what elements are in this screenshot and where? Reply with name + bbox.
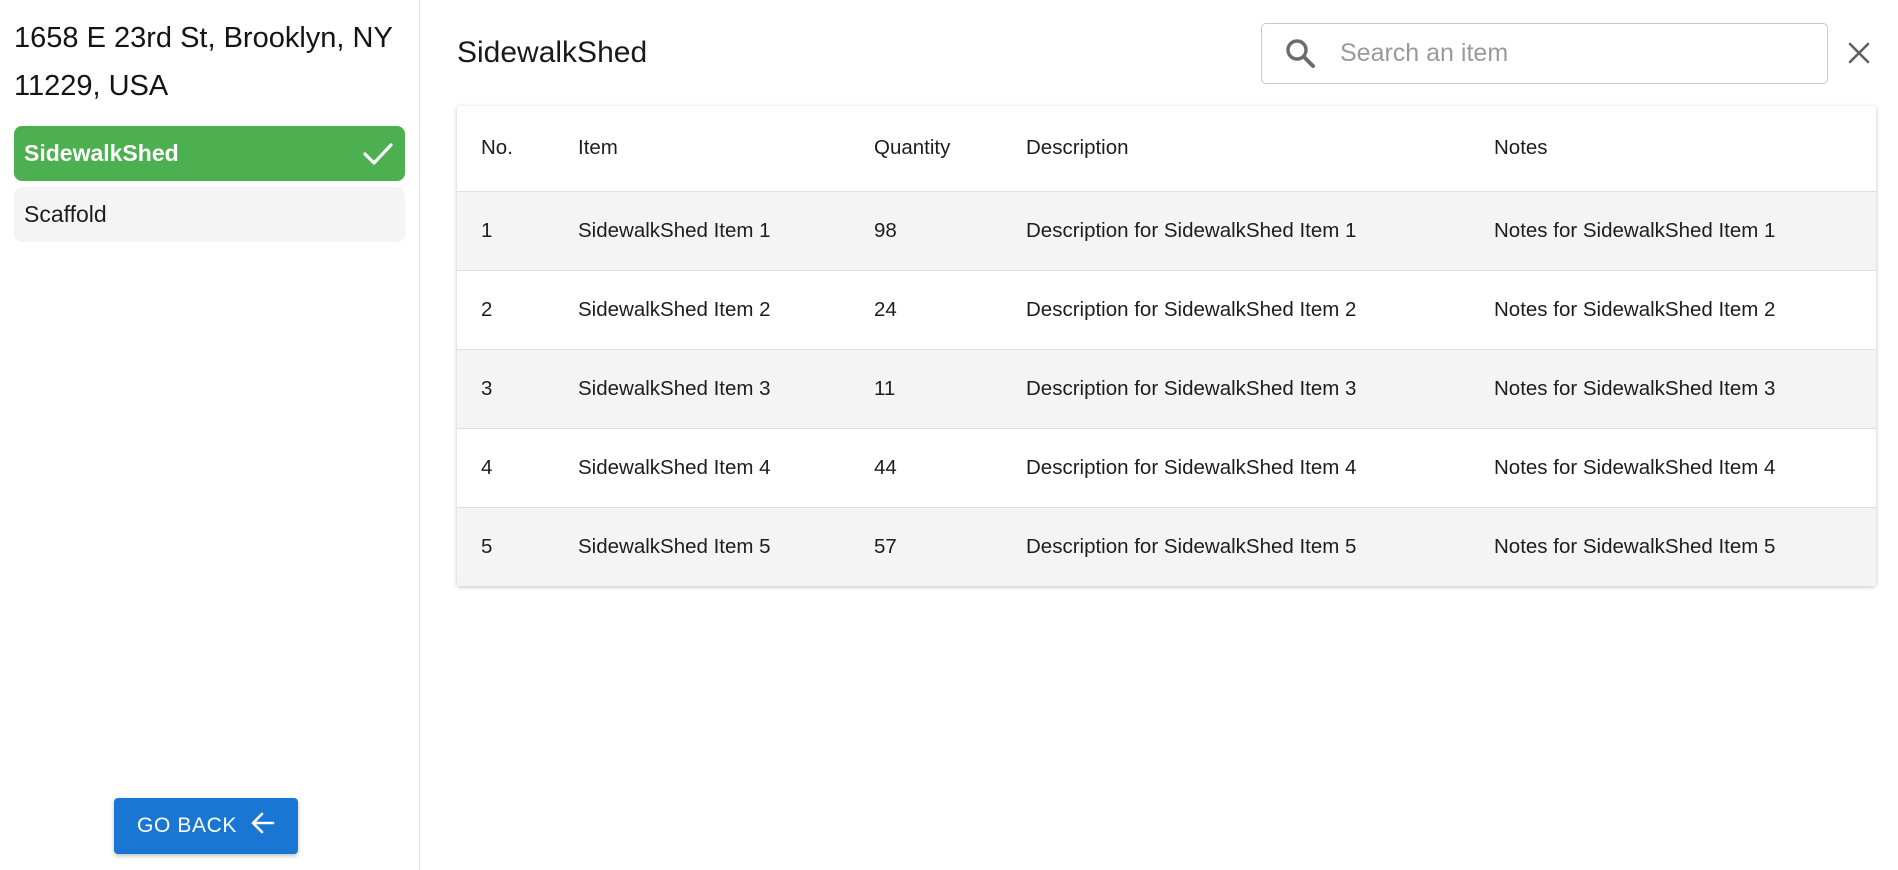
cell-description: Description for SidewalkShed Item 4 — [1026, 455, 1357, 479]
project-address: 1658 E 23rd St, Brooklyn, NY 11229, USA — [14, 22, 393, 102]
cell-notes: Notes for SidewalkShed Item 3 — [1494, 376, 1776, 400]
table-row[interactable]: 2 SidewalkShed Item 2 24 Description for… — [457, 270, 1876, 349]
cell-item: SidewalkShed Item 5 — [578, 534, 771, 558]
category-label: Scaffold — [24, 201, 107, 227]
cell-description: Description for SidewalkShed Item 2 — [1026, 297, 1357, 321]
cell-item: SidewalkShed Item 4 — [578, 455, 771, 479]
column-header-quantity[interactable]: Quantity — [850, 106, 1002, 191]
search-input[interactable] — [1340, 23, 1827, 83]
cell-no: 3 — [481, 376, 493, 400]
cell-item: SidewalkShed Item 3 — [578, 376, 771, 400]
search-box — [1261, 22, 1828, 84]
table-row[interactable]: 3 SidewalkShed Item 3 11 Description for… — [457, 349, 1876, 428]
sidebar: 1658 E 23rd St, Brooklyn, NY 11229, USA … — [0, 0, 420, 870]
go-back-button[interactable]: GO BACK — [114, 798, 298, 854]
table-row[interactable]: 1 SidewalkShed Item 1 98 Description for… — [457, 191, 1876, 270]
column-header-notes[interactable]: Notes — [1470, 106, 1876, 191]
cell-notes: Notes for SidewalkShed Item 1 — [1494, 218, 1776, 242]
table-row[interactable]: 5 SidewalkShed Item 5 57 Description for… — [457, 507, 1876, 586]
cell-quantity: 57 — [874, 534, 897, 558]
category-list: SidewalkShed Scaffold — [14, 126, 405, 242]
go-back-label: GO BACK — [137, 814, 237, 837]
cell-item: SidewalkShed Item 1 — [578, 218, 771, 242]
cell-notes: Notes for SidewalkShed Item 5 — [1494, 534, 1776, 558]
cell-no: 5 — [481, 534, 493, 558]
table-row[interactable]: 4 SidewalkShed Item 4 44 Description for… — [457, 428, 1876, 507]
close-icon[interactable] — [1842, 36, 1876, 70]
items-table-card: No. Item Quantity Description Notes 1 Si… — [457, 106, 1876, 586]
main-content: SidewalkShed Search an item No. Item Qua… — [420, 0, 1898, 870]
main-header: SidewalkShed — [457, 0, 1876, 106]
cell-description: Description for SidewalkShed Item 1 — [1026, 218, 1357, 242]
cell-notes: Notes for SidewalkShed Item 4 — [1494, 455, 1776, 479]
items-table: No. Item Quantity Description Notes 1 Si… — [457, 106, 1876, 586]
category-label: SidewalkShed — [24, 140, 179, 166]
column-header-description[interactable]: Description — [1002, 106, 1470, 191]
cell-no: 1 — [481, 218, 493, 242]
check-icon — [361, 137, 395, 171]
cell-notes: Notes for SidewalkShed Item 2 — [1494, 297, 1776, 321]
cell-description: Description for SidewalkShed Item 3 — [1026, 376, 1357, 400]
cell-no: 4 — [481, 455, 493, 479]
cell-quantity: 98 — [874, 218, 897, 242]
cell-description: Description for SidewalkShed Item 5 — [1026, 534, 1357, 558]
cell-quantity: 24 — [874, 297, 897, 321]
app-root: 1658 E 23rd St, Brooklyn, NY 11229, USA … — [0, 0, 1898, 870]
category-item-sidewalkshed[interactable]: SidewalkShed — [14, 126, 405, 181]
category-item-scaffold[interactable]: Scaffold — [14, 187, 405, 242]
cell-item: SidewalkShed Item 2 — [578, 297, 771, 321]
column-header-item[interactable]: Item — [554, 106, 850, 191]
cell-quantity: 11 — [874, 376, 896, 400]
search-icon — [1284, 36, 1318, 70]
table-header-row: No. Item Quantity Description Notes — [457, 106, 1876, 191]
arrow-left-icon — [251, 812, 275, 840]
cell-no: 2 — [481, 297, 493, 321]
header-actions — [1261, 22, 1876, 84]
page-title: SidewalkShed — [457, 36, 648, 69]
cell-quantity: 44 — [874, 455, 897, 479]
column-header-no[interactable]: No. — [457, 106, 554, 191]
